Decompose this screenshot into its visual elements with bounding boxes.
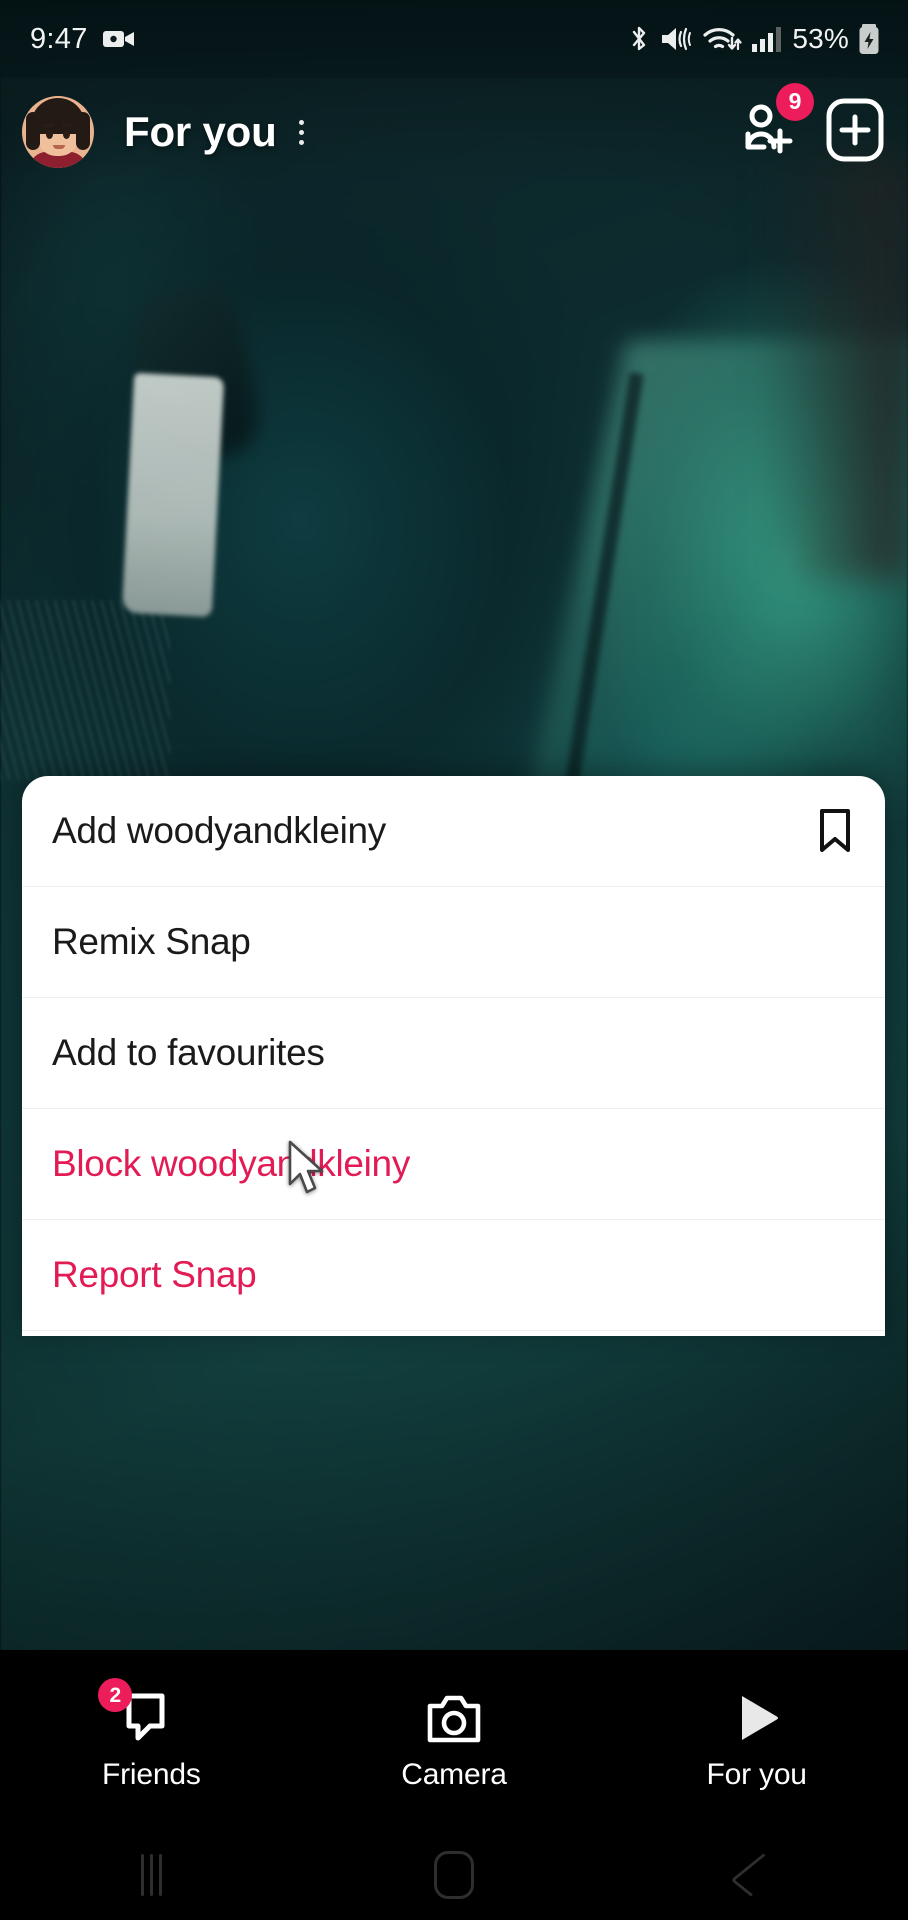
battery-charging-icon	[859, 24, 879, 54]
phone-screen: 9:47 53% For you 9 Add woodyandkleiny Re…	[0, 0, 908, 1920]
add-friend-badge: 9	[776, 82, 814, 121]
menu-item-label: Add to favourites	[52, 1032, 325, 1073]
nav-item-label: For you	[706, 1758, 807, 1791]
camera-icon	[426, 1688, 482, 1744]
screen-record-icon	[102, 31, 134, 47]
nav-item-label: Friends	[102, 1758, 201, 1791]
menu-item[interactable]: Add to favourites	[22, 998, 885, 1109]
menu-item[interactable]: Add woodyandkleiny	[22, 776, 885, 887]
more-options-icon[interactable]	[293, 112, 310, 153]
recents-icon[interactable]	[91, 1830, 211, 1920]
home-icon[interactable]	[394, 1830, 514, 1920]
menu-item[interactable]: Report Snap	[22, 1220, 885, 1331]
menu-item-label: Report Snap	[52, 1254, 257, 1295]
snap-action-sheet: Add woodyandkleiny Remix Snap Add to favou…	[22, 776, 885, 1336]
menu-item-label: Add woodyandkleiny	[52, 810, 386, 851]
status-bar: 9:47 53%	[0, 0, 908, 78]
menu-item-label: Block woodyandkleiny	[52, 1143, 411, 1184]
add-friend-button[interactable]: 9	[730, 82, 814, 170]
add-story-icon	[826, 98, 884, 161]
bottom-navigation: 2 Friends Camera For you	[0, 1650, 908, 1830]
android-system-nav	[0, 1830, 908, 1920]
vibrate-mute-icon	[662, 27, 692, 51]
nav-item-label: Camera	[401, 1758, 507, 1791]
status-time: 9:47	[30, 22, 88, 55]
menu-item[interactable]: Block woodyandkleiny	[22, 1109, 885, 1220]
nav-item-for-you[interactable]: For you	[647, 1688, 867, 1792]
play-triangle-icon	[730, 1688, 784, 1744]
cellular-signal-icon	[752, 27, 782, 52]
mouse-pointer	[288, 1140, 324, 1194]
bluetooth-icon	[633, 26, 646, 51]
bookmark-icon[interactable]	[817, 808, 853, 854]
app-header: For you 9	[0, 78, 908, 186]
menu-item[interactable]: Remix Snap	[22, 887, 885, 998]
menu-item-label: Remix Snap	[52, 921, 251, 962]
battery-percent: 53%	[792, 23, 849, 54]
wifi-icon	[703, 28, 742, 51]
chat-bubble-icon: 2	[98, 1678, 178, 1744]
add-story-button[interactable]	[826, 98, 884, 167]
back-icon[interactable]	[697, 1830, 817, 1920]
avatar[interactable]	[22, 96, 94, 168]
nav-item-friends[interactable]: 2 Friends	[41, 1678, 261, 1792]
status-icons: 53%	[628, 23, 880, 55]
nav-item-camera[interactable]: Camera	[344, 1688, 564, 1792]
menu-item[interactable]: I don’t like...	[22, 1331, 885, 1336]
page-title: For you	[124, 108, 277, 155]
